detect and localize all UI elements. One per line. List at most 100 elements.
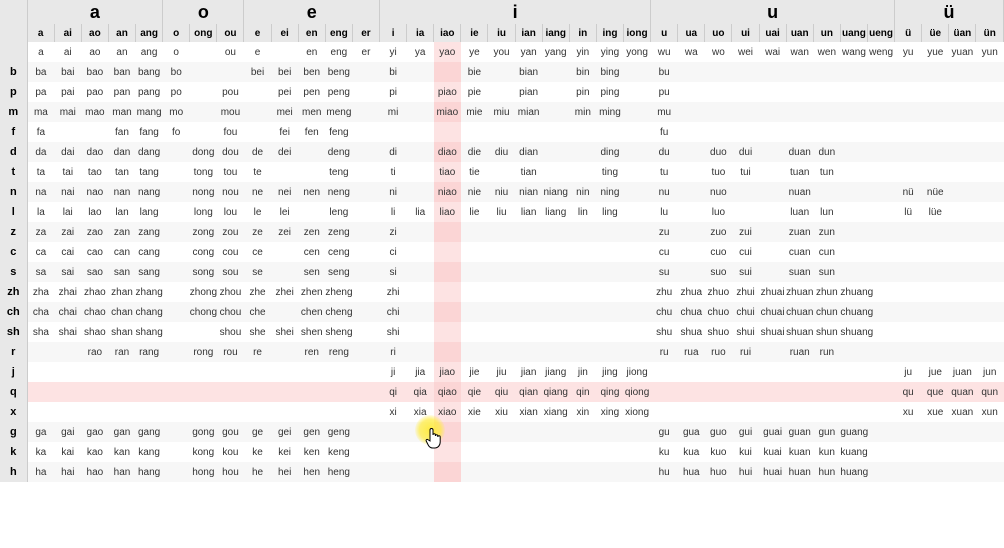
pinyin-cell[interactable] <box>488 462 515 482</box>
pinyin-cell[interactable] <box>27 382 54 402</box>
pinyin-cell[interactable]: zun <box>813 222 840 242</box>
pinyin-cell[interactable]: hong <box>190 462 217 482</box>
pinyin-cell[interactable]: deng <box>325 142 352 162</box>
pinyin-cell[interactable]: ou <box>217 42 244 62</box>
pinyin-cell[interactable]: cuan <box>786 242 813 262</box>
pinyin-cell[interactable]: ban <box>108 62 135 82</box>
pinyin-cell[interactable] <box>651 402 678 422</box>
pinyin-cell[interactable] <box>813 402 840 422</box>
pinyin-cell[interactable]: zhun <box>813 282 840 302</box>
pinyin-cell[interactable] <box>434 302 461 322</box>
pinyin-cell[interactable]: tou <box>217 162 244 182</box>
pinyin-cell[interactable] <box>407 262 434 282</box>
pinyin-cell[interactable]: tai <box>54 162 81 182</box>
pinyin-cell[interactable] <box>813 182 840 202</box>
pinyin-cell[interactable]: hei <box>271 462 298 482</box>
pinyin-cell[interactable] <box>407 322 434 342</box>
pinyin-cell[interactable] <box>569 162 596 182</box>
pinyin-cell[interactable] <box>976 62 1004 82</box>
pinyin-cell[interactable] <box>569 242 596 262</box>
pinyin-cell[interactable]: zang <box>136 222 163 242</box>
pinyin-cell[interactable] <box>352 202 379 222</box>
pinyin-cell[interactable] <box>542 322 569 342</box>
pinyin-cell[interactable]: xi <box>380 402 407 422</box>
pinyin-cell[interactable] <box>786 62 813 82</box>
pinyin-cell[interactable] <box>108 402 135 422</box>
pinyin-cell[interactable] <box>624 442 651 462</box>
pinyin-cell[interactable]: ning <box>596 182 623 202</box>
pinyin-cell[interactable]: miu <box>488 102 515 122</box>
pinyin-cell[interactable] <box>922 102 949 122</box>
pinyin-cell[interactable]: chuo <box>705 302 732 322</box>
pinyin-cell[interactable]: lai <box>54 202 81 222</box>
pinyin-cell[interactable] <box>868 362 895 382</box>
pinyin-cell[interactable]: le <box>244 202 271 222</box>
pinyin-cell[interactable] <box>244 362 271 382</box>
pinyin-cell[interactable]: qie <box>461 382 488 402</box>
pinyin-cell[interactable]: fa <box>27 122 54 142</box>
pinyin-cell[interactable] <box>840 82 867 102</box>
pinyin-cell[interactable] <box>54 362 81 382</box>
pinyin-cell[interactable] <box>244 402 271 422</box>
pinyin-cell[interactable] <box>298 382 325 402</box>
pinyin-cell[interactable]: qun <box>976 382 1004 402</box>
pinyin-cell[interactable]: sun <box>813 262 840 282</box>
pinyin-cell[interactable] <box>352 162 379 182</box>
pinyin-cell[interactable] <box>163 442 190 462</box>
pinyin-cell[interactable]: de <box>244 142 271 162</box>
pinyin-cell[interactable]: gang <box>136 422 163 442</box>
pinyin-cell[interactable]: ben <box>298 62 325 82</box>
pinyin-cell[interactable]: xing <box>596 402 623 422</box>
pinyin-cell[interactable]: rong <box>190 342 217 362</box>
pinyin-cell[interactable]: nüe <box>922 182 949 202</box>
pinyin-cell[interactable] <box>840 242 867 262</box>
pinyin-cell[interactable]: zen <box>298 222 325 242</box>
pinyin-cell[interactable]: shao <box>81 322 108 342</box>
pinyin-cell[interactable] <box>868 242 895 262</box>
pinyin-cell[interactable] <box>461 222 488 242</box>
pinyin-cell[interactable]: zhai <box>54 282 81 302</box>
pinyin-cell[interactable] <box>895 122 922 142</box>
pinyin-cell[interactable]: si <box>380 262 407 282</box>
pinyin-cell[interactable]: mie <box>461 102 488 122</box>
pinyin-cell[interactable]: su <box>651 262 678 282</box>
pinyin-cell[interactable]: men <box>298 102 325 122</box>
pinyin-cell[interactable]: jue <box>922 362 949 382</box>
pinyin-cell[interactable] <box>407 422 434 442</box>
pinyin-cell[interactable]: tiao <box>434 162 461 182</box>
pinyin-cell[interactable] <box>488 262 515 282</box>
pinyin-cell[interactable] <box>895 82 922 102</box>
pinyin-cell[interactable]: yu <box>895 42 922 62</box>
pinyin-cell[interactable]: mu <box>651 102 678 122</box>
pinyin-cell[interactable] <box>759 362 786 382</box>
pinyin-cell[interactable] <box>678 142 705 162</box>
pinyin-cell[interactable] <box>325 402 352 422</box>
pinyin-cell[interactable]: cou <box>217 242 244 262</box>
pinyin-cell[interactable]: sha <box>27 322 54 342</box>
pinyin-cell[interactable] <box>840 362 867 382</box>
pinyin-cell[interactable] <box>27 362 54 382</box>
pinyin-cell[interactable]: xiang <box>542 402 569 422</box>
pinyin-cell[interactable]: er <box>352 42 379 62</box>
pinyin-cell[interactable] <box>271 262 298 282</box>
pinyin-cell[interactable] <box>569 442 596 462</box>
pinyin-cell[interactable] <box>732 102 759 122</box>
pinyin-cell[interactable] <box>976 202 1004 222</box>
pinyin-cell[interactable]: nuan <box>786 182 813 202</box>
pinyin-cell[interactable] <box>271 302 298 322</box>
pinyin-cell[interactable]: qiu <box>488 382 515 402</box>
pinyin-cell[interactable]: meng <box>325 102 352 122</box>
pinyin-cell[interactable]: xia <box>407 402 434 422</box>
pinyin-cell[interactable] <box>596 322 623 342</box>
pinyin-cell[interactable] <box>759 342 786 362</box>
pinyin-cell[interactable]: qiao <box>434 382 461 402</box>
pinyin-cell[interactable]: lia <box>407 202 434 222</box>
pinyin-cell[interactable]: seng <box>325 262 352 282</box>
pinyin-cell[interactable]: san <box>108 262 135 282</box>
pinyin-cell[interactable]: na <box>27 182 54 202</box>
pinyin-cell[interactable]: long <box>190 202 217 222</box>
pinyin-cell[interactable]: guan <box>786 422 813 442</box>
pinyin-cell[interactable] <box>190 382 217 402</box>
pinyin-cell[interactable] <box>868 422 895 442</box>
pinyin-cell[interactable]: xin <box>569 402 596 422</box>
